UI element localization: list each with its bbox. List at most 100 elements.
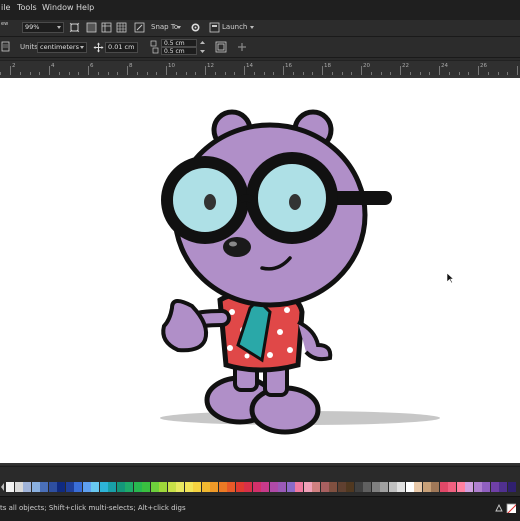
color-swatch[interactable] xyxy=(303,482,312,492)
duplicate-x-field[interactable]: 0.5 cm xyxy=(161,39,197,47)
color-swatch[interactable] xyxy=(14,482,23,492)
treat-as-filled-icon[interactable] xyxy=(215,41,227,53)
color-swatch[interactable] xyxy=(244,482,252,492)
color-swatch[interactable] xyxy=(150,482,159,492)
duplicate-distance-icon xyxy=(150,40,159,54)
color-swatch[interactable] xyxy=(354,482,363,492)
color-swatch[interactable] xyxy=(482,482,490,492)
ruler-label: 12 xyxy=(207,63,214,69)
duplicate-y-field[interactable]: 0.5 cm xyxy=(161,47,197,55)
horizontal-scrollbar[interactable] xyxy=(0,466,520,480)
color-swatch[interactable] xyxy=(286,482,295,492)
color-swatch[interactable] xyxy=(329,482,337,492)
color-swatch[interactable] xyxy=(74,482,82,492)
color-swatch[interactable] xyxy=(133,482,142,492)
color-swatch[interactable] xyxy=(210,482,218,492)
color-swatch[interactable] xyxy=(269,482,278,492)
chevron-down-icon[interactable] xyxy=(177,26,181,29)
color-swatch[interactable] xyxy=(346,482,354,492)
color-swatch[interactable] xyxy=(422,482,431,492)
ruler-tick xyxy=(166,66,167,75)
launch-button[interactable]: Launch xyxy=(222,23,247,31)
color-swatch[interactable] xyxy=(371,482,380,492)
color-swatch[interactable] xyxy=(193,482,201,492)
right-hand xyxy=(297,320,333,362)
color-swatch[interactable] xyxy=(218,482,227,492)
color-swatch[interactable] xyxy=(142,482,150,492)
color-swatch[interactable] xyxy=(295,482,303,492)
color-swatch[interactable] xyxy=(31,482,40,492)
color-swatch[interactable] xyxy=(465,482,473,492)
color-swatch[interactable] xyxy=(99,482,108,492)
color-swatch[interactable] xyxy=(227,482,235,492)
color-swatch[interactable] xyxy=(320,482,329,492)
zoom-to-page-icon[interactable] xyxy=(69,22,80,33)
full-screen-preview-icon[interactable] xyxy=(86,22,97,33)
color-swatch[interactable] xyxy=(176,482,184,492)
chevron-down-icon[interactable] xyxy=(250,26,254,29)
color-swatch[interactable] xyxy=(507,482,516,492)
ruler-tick xyxy=(88,66,89,75)
color-swatch[interactable] xyxy=(23,482,31,492)
color-swatch[interactable] xyxy=(388,482,397,492)
menu-file[interactable]: ile xyxy=(1,3,10,12)
color-swatch[interactable] xyxy=(312,482,320,492)
color-swatch[interactable] xyxy=(490,482,499,492)
palette-scroll-left-icon[interactable] xyxy=(0,482,5,492)
color-swatch[interactable] xyxy=(414,482,422,492)
color-swatch[interactable] xyxy=(439,482,448,492)
color-swatch[interactable] xyxy=(278,482,286,492)
menu-window[interactable]: Window xyxy=(42,3,74,12)
color-swatch[interactable] xyxy=(184,482,193,492)
color-swatch[interactable] xyxy=(405,482,414,492)
snap-to-button[interactable]: Snap To xyxy=(151,23,178,31)
color-swatch[interactable] xyxy=(456,482,465,492)
color-swatch[interactable] xyxy=(252,482,261,492)
character-illustration[interactable] xyxy=(0,78,520,463)
duplicate-x-value: 0.5 cm xyxy=(164,40,185,47)
outline-indicator-icon[interactable] xyxy=(506,503,516,513)
show-rulers-icon[interactable] xyxy=(101,22,112,33)
color-swatch[interactable] xyxy=(6,482,14,492)
nudge-distance-icon xyxy=(93,42,104,53)
color-swatch[interactable] xyxy=(40,482,48,492)
color-swatch[interactable] xyxy=(337,482,346,492)
nudge-distance-field[interactable]: 0.01 cm xyxy=(105,42,138,53)
fill-indicator-icon[interactable] xyxy=(494,503,504,513)
color-swatch[interactable] xyxy=(125,482,133,492)
horizontal-ruler[interactable]: 2 4 6 8 10 12 14 16 18 20 22 24 26 xyxy=(0,60,520,76)
property-bar: Units: centimeters 0.01 cm 0.5 cm 0.5 cm xyxy=(0,37,520,58)
color-swatch[interactable] xyxy=(82,482,91,492)
snap-icon[interactable] xyxy=(134,22,145,33)
color-swatch[interactable] xyxy=(397,482,405,492)
drawing-page[interactable] xyxy=(0,78,520,463)
color-swatch[interactable] xyxy=(499,482,507,492)
color-swatch[interactable] xyxy=(91,482,99,492)
ruler-label: 16 xyxy=(285,63,292,69)
color-swatch[interactable] xyxy=(108,482,116,492)
zoom-label: ew xyxy=(1,21,9,27)
color-swatch[interactable] xyxy=(431,482,439,492)
color-swatch[interactable] xyxy=(48,482,57,492)
menu-tools[interactable]: Tools xyxy=(17,3,37,12)
color-swatch[interactable] xyxy=(363,482,371,492)
color-swatch[interactable] xyxy=(116,482,125,492)
page-size-icon[interactable] xyxy=(1,41,11,52)
color-swatch[interactable] xyxy=(65,482,74,492)
color-swatch[interactable] xyxy=(167,482,176,492)
color-swatch[interactable] xyxy=(473,482,482,492)
color-swatch[interactable] xyxy=(235,482,244,492)
plus-icon[interactable] xyxy=(237,42,247,52)
color-swatch[interactable] xyxy=(448,482,456,492)
color-swatch[interactable] xyxy=(201,482,210,492)
mouse-pointer-icon xyxy=(446,272,454,284)
spinner-icon[interactable] xyxy=(199,39,206,55)
color-swatch[interactable] xyxy=(380,482,388,492)
color-swatch[interactable] xyxy=(159,482,167,492)
gear-icon[interactable] xyxy=(190,22,201,33)
menu-help[interactable]: Help xyxy=(76,3,94,12)
show-grid-icon[interactable] xyxy=(116,22,127,33)
color-swatch[interactable] xyxy=(57,482,65,492)
color-swatch[interactable] xyxy=(261,482,269,492)
launch-icon[interactable] xyxy=(209,22,220,33)
